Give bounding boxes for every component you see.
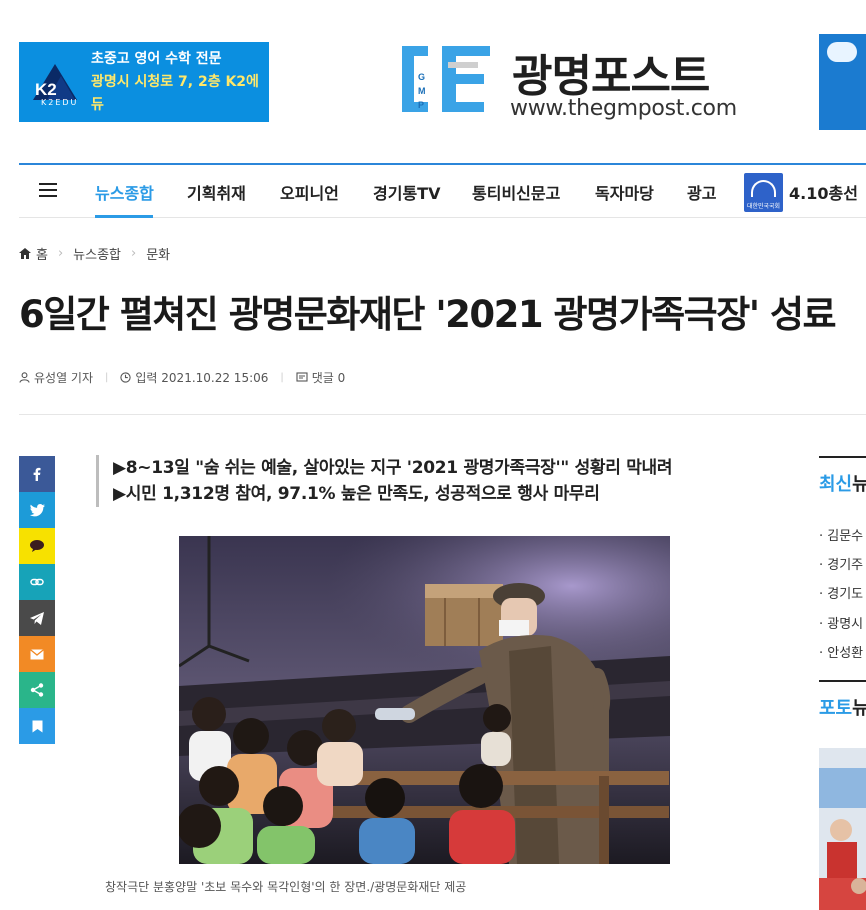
nav-item-election[interactable]: 4.10총선 — [789, 180, 858, 204]
reporter-name: 유성열 기자 — [34, 371, 94, 385]
menu-icon[interactable] — [39, 183, 57, 197]
clock-icon — [120, 372, 132, 383]
svg-text:P: P — [418, 100, 424, 110]
site-logo[interactable]: G M P 광명포스트 www.thegmpost.com — [398, 38, 748, 126]
subtitle-line-2: ▶시민 1,312명 참여, 97.1% 높은 만족도, 성공적으로 행사 마무… — [113, 484, 600, 504]
nav-item-readers[interactable]: 독자마당 — [595, 180, 654, 204]
publish-date: 입력 2021.10.22 15:06 — [135, 371, 269, 385]
kakaotalk-icon — [30, 540, 44, 552]
share-icon — [30, 683, 44, 697]
twitter-icon — [29, 503, 45, 516]
gmp-logo-mark: G M P — [402, 46, 490, 112]
home-icon — [19, 248, 31, 259]
svg-text:K2: K2 — [35, 80, 57, 99]
nav-item-gyeonggi-tv[interactable]: 경기통TV — [373, 180, 440, 204]
breadcrumb-home[interactable]: 홈 — [36, 244, 48, 263]
photo-news-image — [819, 748, 866, 910]
right-banner-ad[interactable] — [819, 34, 866, 130]
comment-icon — [296, 372, 308, 382]
photo-news-rule — [819, 680, 866, 682]
link-icon — [30, 578, 44, 586]
site-name: 광명포스트 — [512, 51, 710, 102]
ad-emblem-icon — [827, 42, 857, 62]
svg-text:M: M — [418, 86, 426, 96]
photo-caption: 창작극단 분홍양말 '초보 목수와 목각인형'의 한 장면./광명문화재단 제공 — [105, 880, 467, 894]
nav-item-advertising[interactable]: 광고 — [687, 180, 716, 204]
nav-item-opinion[interactable]: 오피니언 — [280, 180, 339, 204]
twitter-share-button[interactable] — [19, 492, 55, 528]
bookmark-button[interactable] — [19, 708, 55, 744]
nav-item-planning[interactable]: 기획취재 — [187, 180, 246, 204]
latest-news-rule — [819, 456, 866, 458]
facebook-icon — [33, 467, 41, 481]
divider — [19, 414, 866, 415]
theatre-scene-image — [179, 536, 670, 864]
breadcrumb-category[interactable]: 문화 — [146, 244, 170, 263]
latest-news-item[interactable]: · 경기도 — [819, 583, 866, 602]
svg-text:G: G — [418, 72, 425, 82]
main-nav: 뉴스종합 기획취재 오피니언 경기통TV 통티비신문고 독자마당 광고 대한민국… — [19, 163, 866, 218]
k2edu-banner-ad[interactable]: K2 K2EDU 초중고 영어 수학 전문 광명시 시청로 7, 2층 K2에듀 — [19, 42, 269, 122]
subtitle-line-1: ▶8~13일 "숨 쉬는 예술, 살아있는 지구 '2021 광명가족극장'" … — [113, 458, 673, 478]
chevron-right-icon: › — [57, 246, 64, 261]
k2edu-logo-text: K2EDU — [41, 98, 79, 107]
breadcrumb-section[interactable]: 뉴스종합 — [73, 244, 121, 263]
email-icon — [30, 648, 44, 659]
photo-news-thumbnail[interactable] — [819, 748, 866, 910]
k2edu-logo: K2 K2EDU — [19, 42, 89, 122]
bookmark-icon — [32, 720, 42, 732]
article-subtitle: ▶8~13일 "숨 쉬는 예술, 살아있는 지구 '2021 광명가족극장'" … — [96, 455, 763, 507]
nav-active-indicator — [95, 215, 153, 218]
copy-link-button[interactable] — [19, 564, 55, 600]
telegram-share-button[interactable] — [19, 600, 55, 636]
latest-news-item[interactable]: · 안성환 — [819, 642, 866, 661]
latest-news-title[interactable]: 최신뉴스 — [819, 470, 866, 496]
article-title: 6일간 펼쳐진 광명문화재단 '2021 광명가족극장' 성료 — [19, 293, 837, 336]
ad-line-2: 광명시 시청로 7, 2층 K2에듀 — [91, 73, 259, 113]
latest-news-item[interactable]: · 김문수 — [819, 525, 866, 544]
nav-item-tongtv-report[interactable]: 통티비신문고 — [472, 180, 560, 204]
breadcrumb: 홈 › 뉴스종합 › 문화 — [19, 244, 170, 263]
article-meta: 유성열 기자 | 입력 2021.10.22 15:06 | 댓글 0 — [19, 369, 345, 386]
comment-count[interactable]: 댓글 0 — [312, 369, 346, 386]
kakaotalk-share-button[interactable] — [19, 528, 55, 564]
assembly-caption: 대한민국국회 — [746, 203, 781, 210]
chevron-right-icon: › — [131, 246, 137, 261]
national-assembly-icon[interactable]: 대한민국국회 — [744, 173, 783, 212]
photo-news-title[interactable]: 포토뉴스 — [819, 694, 866, 720]
more-share-button[interactable] — [19, 672, 55, 708]
article-photo[interactable] — [179, 536, 670, 864]
latest-news-item[interactable]: · 경기주 — [819, 554, 866, 573]
user-icon — [19, 372, 30, 383]
ad-line-1: 초중고 영어 수학 전문 — [91, 50, 222, 67]
latest-news-item[interactable]: · 광명시 — [819, 613, 866, 632]
telegram-icon — [30, 611, 44, 625]
nav-item-news[interactable]: 뉴스종합 — [95, 180, 154, 204]
facebook-share-button[interactable] — [19, 456, 55, 492]
email-share-button[interactable] — [19, 636, 55, 672]
site-url: www.thegmpost.com — [510, 96, 737, 121]
